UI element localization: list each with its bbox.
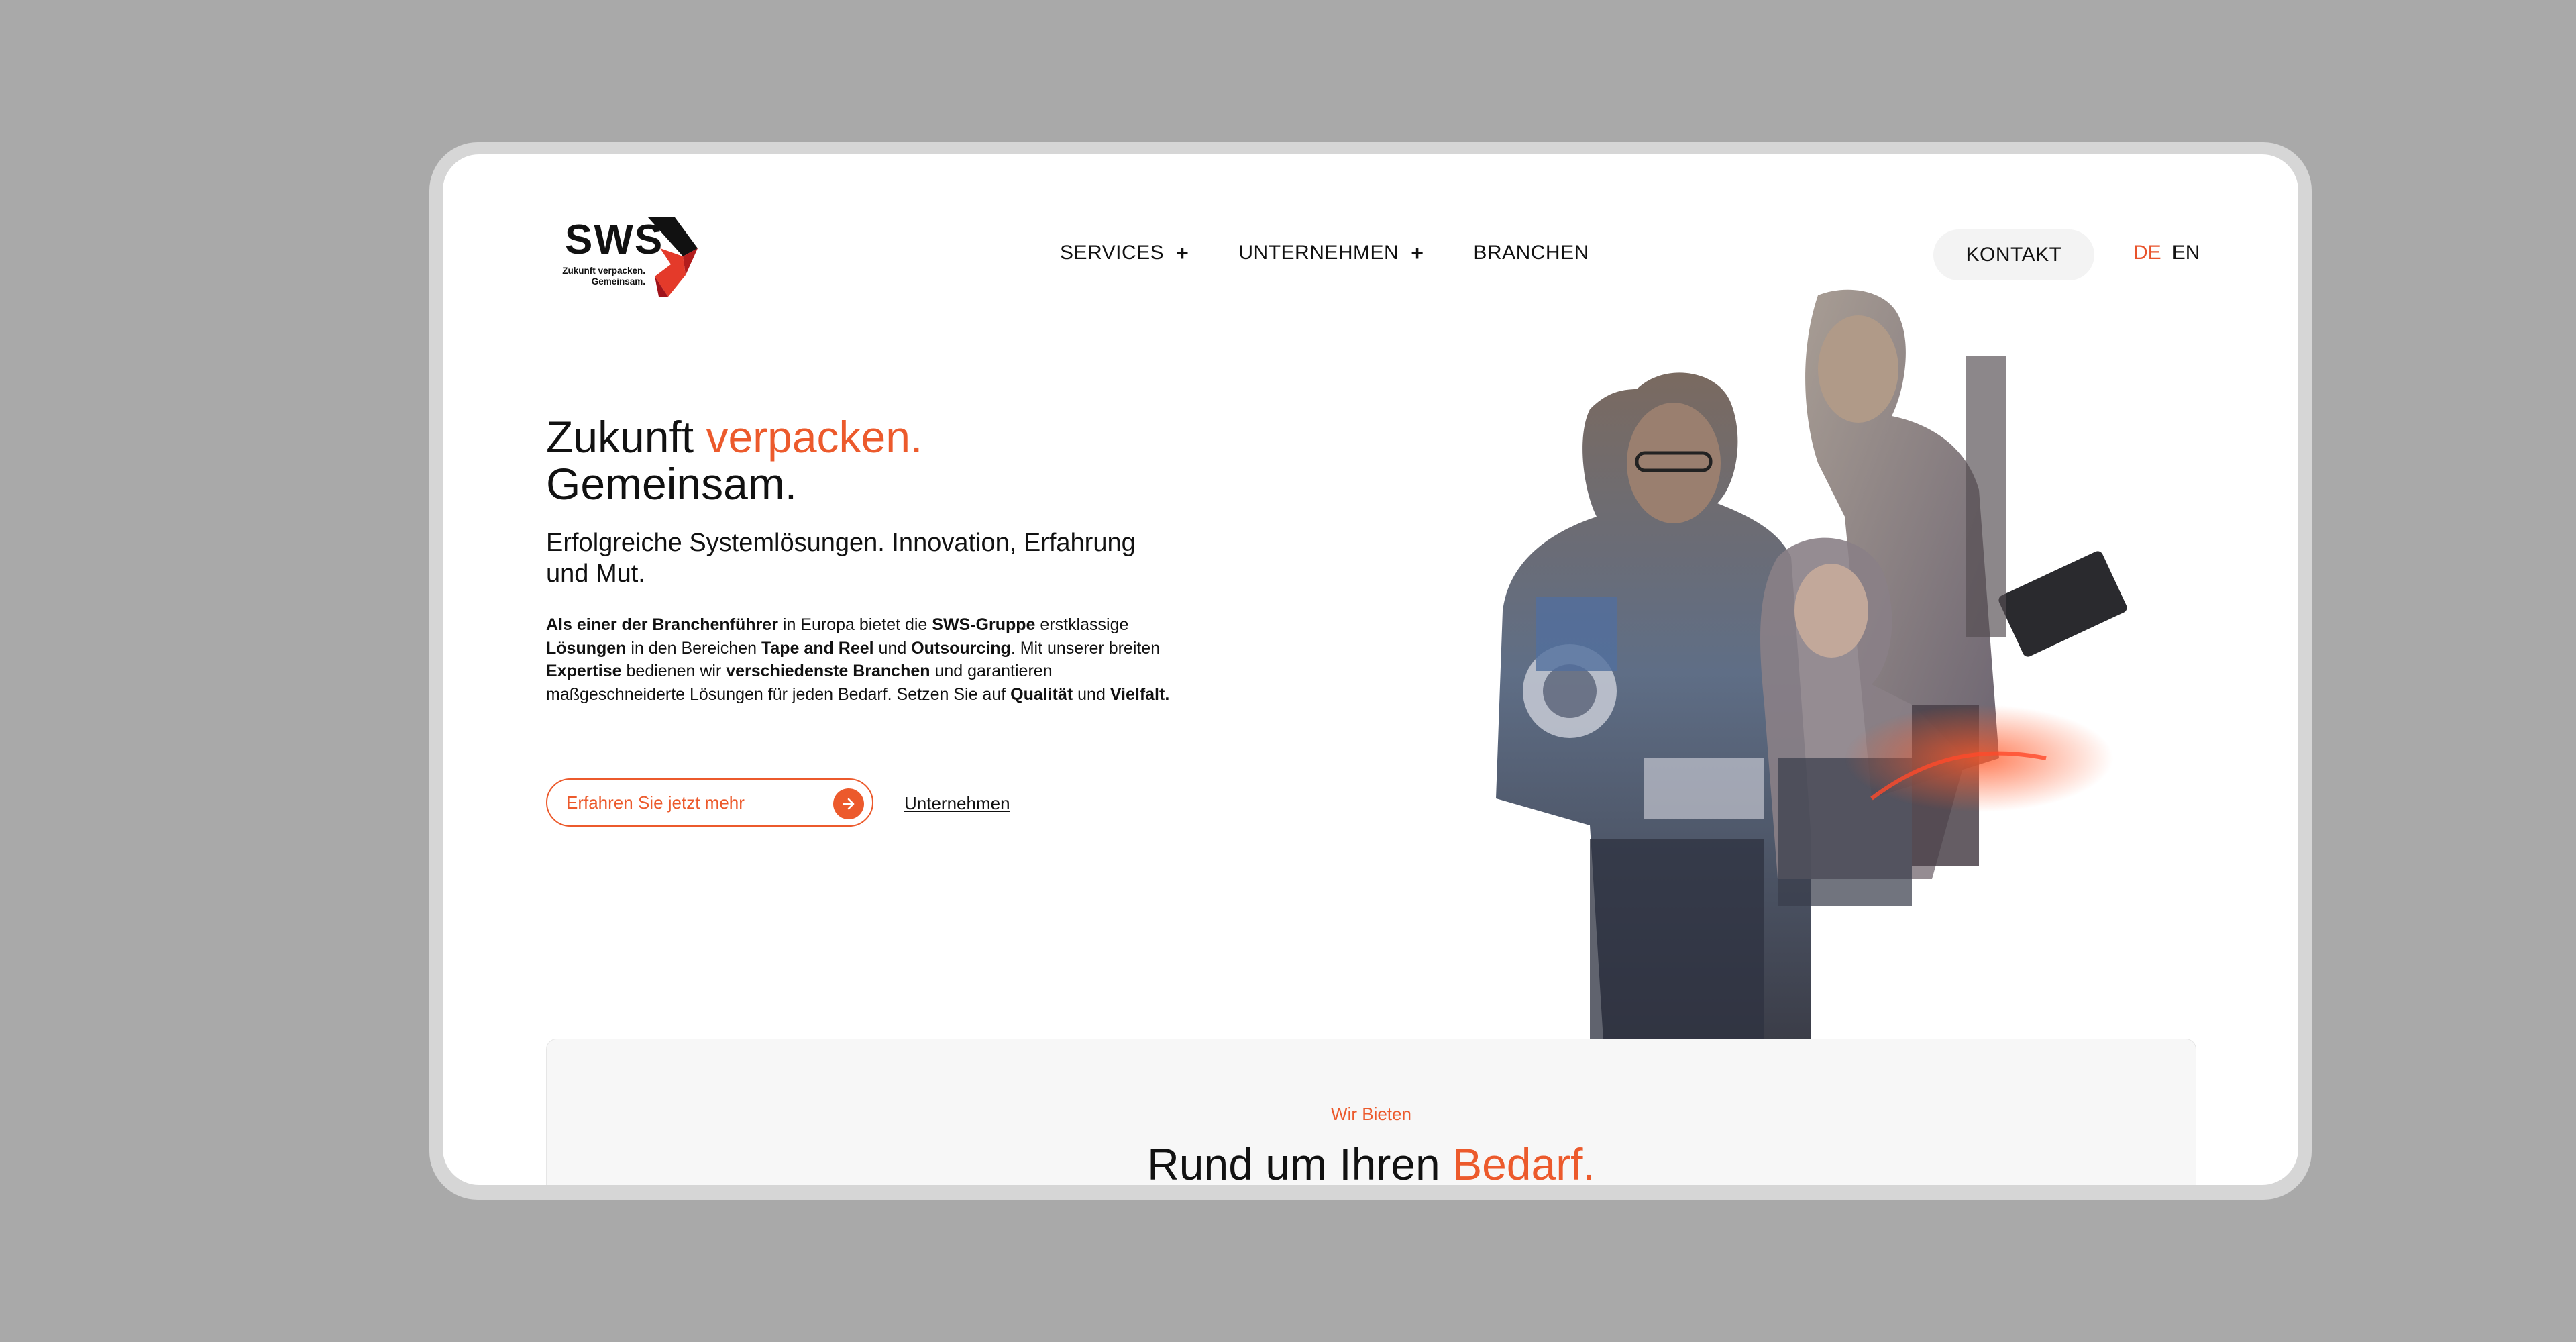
hero-description-segment: . Mit unserer breiten [1010, 638, 1161, 658]
offer-title-accent: Bedarf. [1452, 1139, 1595, 1185]
hero-description-segment: Vielfalt. [1110, 684, 1170, 704]
logo-tagline-line1: Zukunft verpacken. [562, 266, 645, 276]
hero-description-segment: Als einer der Branchenführer [546, 615, 778, 634]
nav-item-branchen[interactable]: BRANCHEN [1473, 242, 1589, 264]
lang-en-link[interactable]: EN [2172, 242, 2200, 264]
contact-button[interactable]: KONTAKT [1933, 229, 2094, 280]
hero-description-segment: verschiedenste Branchen [726, 662, 930, 680]
lang-de-link[interactable]: DE [2133, 242, 2161, 264]
nav-item-unternehmen[interactable]: UNTERNEHMEN + [1238, 242, 1424, 264]
hero-subtitle: Erfolgreiche Systemlösungen. Innovation,… [546, 529, 1136, 588]
hero-description-segment: SWS-Gruppe [932, 615, 1036, 634]
offer-section: Wir Bieten Rund um Ihren Bedarf. [546, 1039, 2196, 1185]
hero-description: Als einer der Branchenführer in Europa b… [546, 613, 1177, 706]
plus-icon: + [1176, 241, 1189, 265]
hero-description-segment: bedienen wir [621, 662, 727, 680]
logo-tagline: Zukunft verpacken. Gemeinsam. [545, 266, 645, 287]
hero-description-segment: Tape and Reel [761, 638, 874, 658]
offer-title-part1: Rund um Ihren [1147, 1139, 1453, 1185]
hero-description-segment: in den Bereichen [626, 638, 761, 658]
hero-title-part1: Zukunft [546, 412, 706, 462]
browser-viewport: SWS Zukunft verpacken. Gemeinsam. SERVIC… [443, 154, 2298, 1185]
logo-tagline-line2: Gemeinsam. [591, 276, 645, 287]
learn-more-label: Erfahren Sie jetzt mehr [566, 792, 745, 813]
offer-title: Rund um Ihren Bedarf. [547, 1139, 2196, 1185]
nav-branchen-label: BRANCHEN [1473, 242, 1589, 264]
hero-title-accent: verpacken. [706, 412, 923, 462]
plus-icon: + [1411, 241, 1424, 265]
hero-description-segment: Outsourcing [911, 638, 1011, 658]
offer-kicker: Wir Bieten [1331, 1104, 1411, 1124]
hero-description-segment: Expertise [546, 662, 622, 680]
hero-description-segment: Lösungen [546, 638, 627, 658]
unternehmen-link[interactable]: Unternehmen [904, 793, 1010, 814]
hero-description-segment: und [873, 638, 912, 658]
nav-item-services[interactable]: SERVICES + [1060, 242, 1189, 264]
hero-title-line2: Gemeinsam. [546, 459, 798, 509]
hero-description-segment: in Europa bietet die [777, 615, 932, 634]
hero-description-segment: erstklassige [1035, 615, 1129, 634]
main-nav: SERVICES + UNTERNEHMEN + BRANCHEN [1060, 242, 1589, 264]
brand-logo[interactable]: SWS Zukunft verpacken. Gemeinsam. [545, 216, 699, 303]
hero-description-segment: Qualität [1010, 684, 1073, 704]
hero-description-segment: und [1073, 684, 1110, 704]
language-switcher: DE EN [2133, 242, 2200, 264]
nav-services-label: SERVICES [1060, 242, 1165, 264]
logo-chevron-icon [648, 217, 698, 297]
learn-more-button[interactable]: Erfahren Sie jetzt mehr [546, 778, 873, 827]
arrow-right-icon [833, 788, 864, 819]
nav-unternehmen-label: UNTERNEHMEN [1238, 242, 1399, 264]
hero-title: Zukunft verpacken. Gemeinsam. [546, 413, 922, 507]
